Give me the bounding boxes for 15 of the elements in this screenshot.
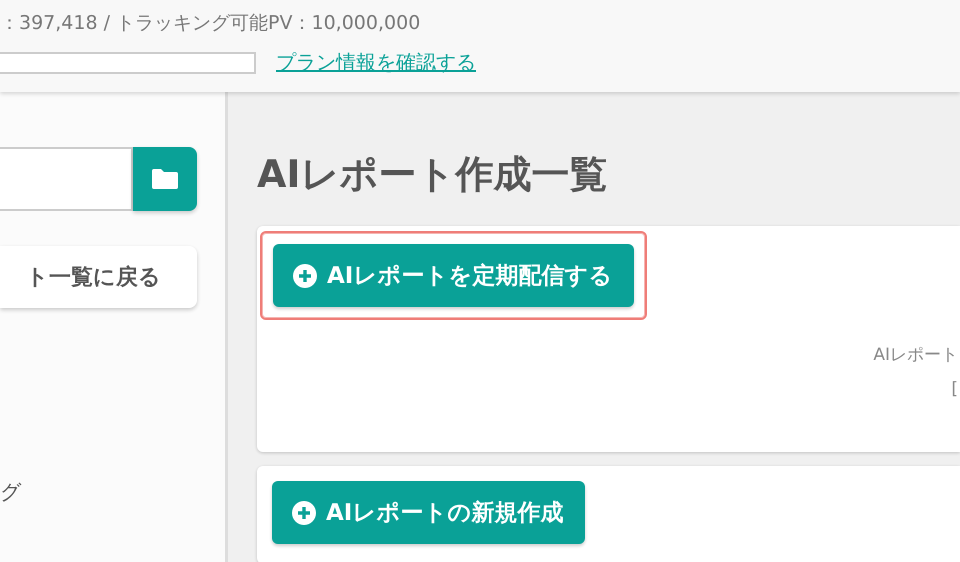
plus-circle-icon <box>293 264 317 288</box>
folder-icon <box>151 168 179 190</box>
add-report-button[interactable]: AIレポートの新規作成 <box>272 481 586 544</box>
input-field[interactable] <box>0 52 256 74</box>
folder-button[interactable] <box>133 147 197 211</box>
card-text: [ <box>951 378 958 401</box>
back-to-list-button[interactable]: ト一覧に戻る <box>0 246 197 308</box>
page-title: AIレポート作成一覧 <box>257 151 609 198</box>
card-text: AIレポート <box>873 344 958 367</box>
plan-info-link[interactable]: プラン情報を確認する <box>276 49 476 76</box>
plus-circle-icon <box>292 500 316 524</box>
pv-stats: ：397,418 / トラッキング可能PV：10,000,000 <box>0 11 422 36</box>
add-report-button[interactable]: AIレポートを定期配信する <box>273 244 634 307</box>
folder-field[interactable] <box>0 147 133 211</box>
sidebar-item[interactable]: グ <box>0 478 22 506</box>
